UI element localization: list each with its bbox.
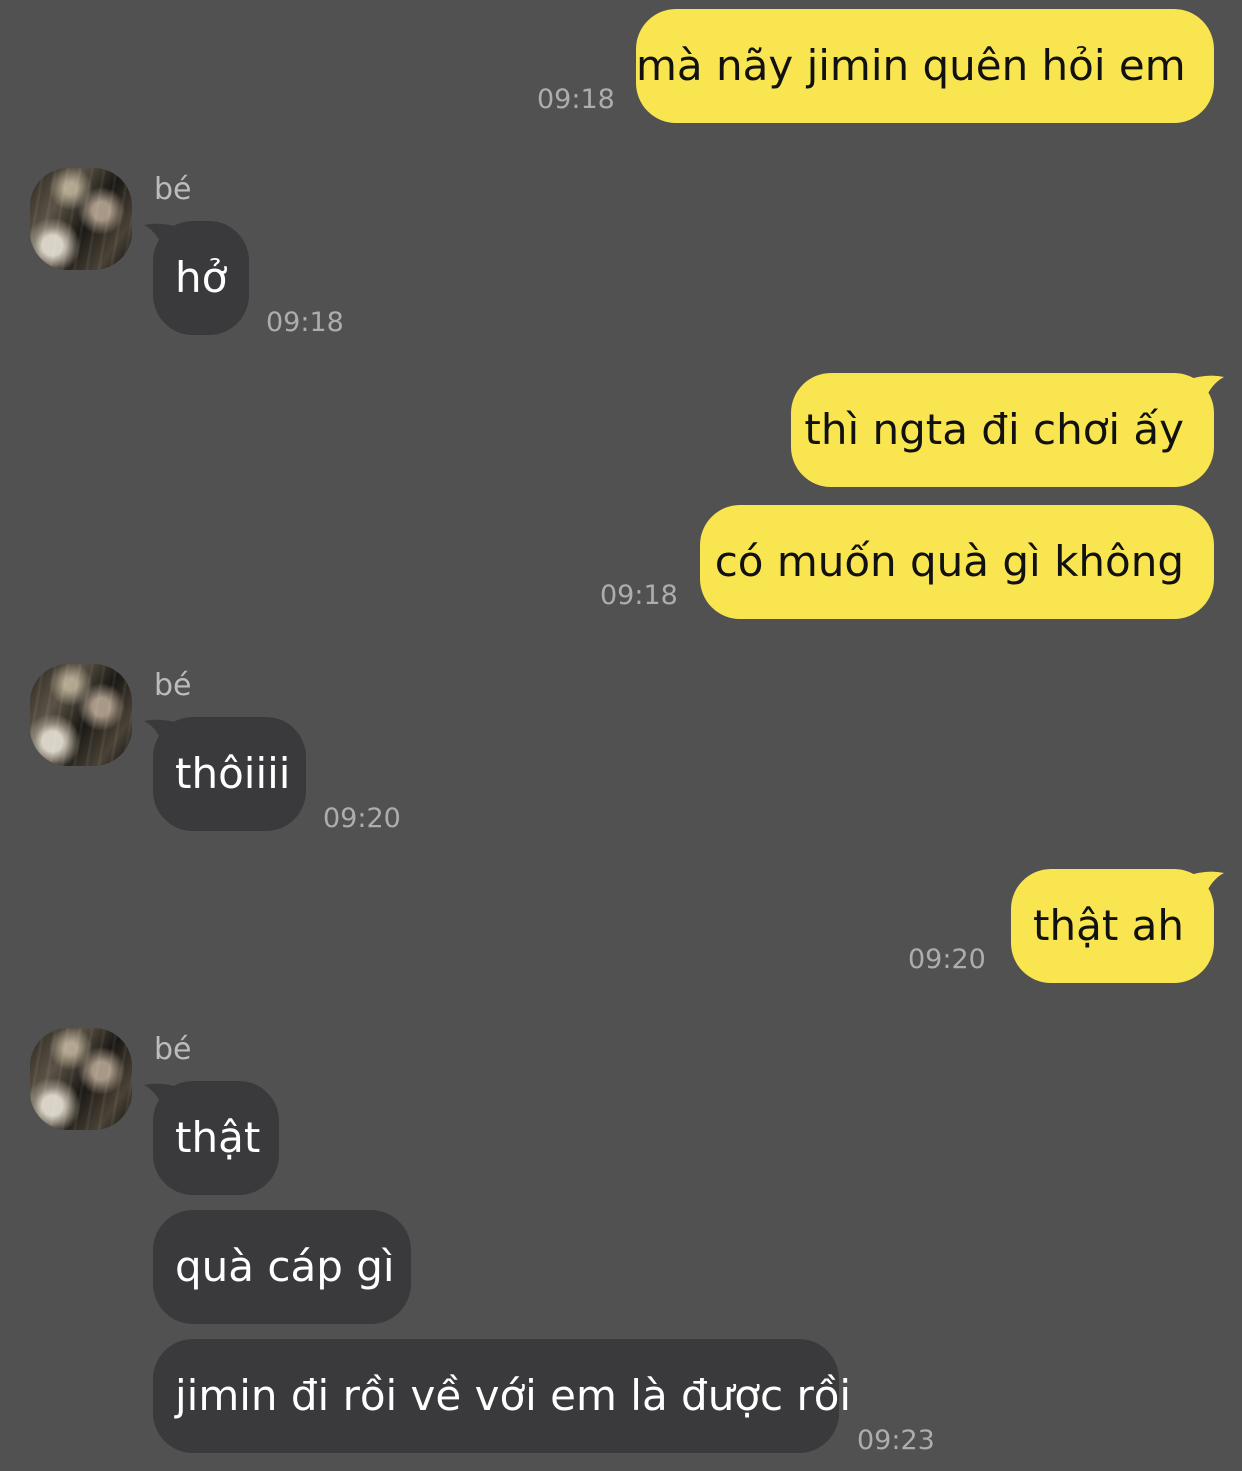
contact-avatar[interactable]: [30, 664, 132, 766]
message-bubble-outgoing[interactable]: thật ah: [1011, 869, 1214, 983]
message-timestamp: 09:20: [908, 944, 986, 975]
message-timestamp: 09:23: [857, 1425, 935, 1456]
message-timestamp: 09:18: [600, 580, 678, 611]
message-timestamp: 09:18: [266, 307, 344, 338]
contact-name: bé: [154, 1032, 192, 1067]
contact-avatar[interactable]: [30, 168, 132, 270]
message-bubble-outgoing[interactable]: thì ngta đi chơi ấy: [791, 373, 1214, 487]
message-bubble-incoming[interactable]: jimin đi rồi về với em là được rồi: [153, 1339, 851, 1453]
contact-name: bé: [154, 172, 192, 207]
message-bubble-incoming[interactable]: hở: [153, 221, 249, 335]
message-bubble-incoming[interactable]: quà cáp gì: [153, 1210, 411, 1324]
message-timestamp: 09:20: [323, 803, 401, 834]
message-bubble-outgoing[interactable]: mà nãy jimin quên hỏi em: [636, 9, 1214, 123]
contact-name: bé: [154, 668, 192, 703]
message-bubble-incoming[interactable]: thật: [153, 1081, 279, 1195]
message-bubble-incoming[interactable]: thôiiii: [153, 717, 306, 831]
message-timestamp: 09:18: [537, 84, 615, 115]
message-bubble-outgoing[interactable]: có muốn quà gì không: [700, 505, 1214, 619]
contact-avatar[interactable]: [30, 1028, 132, 1130]
